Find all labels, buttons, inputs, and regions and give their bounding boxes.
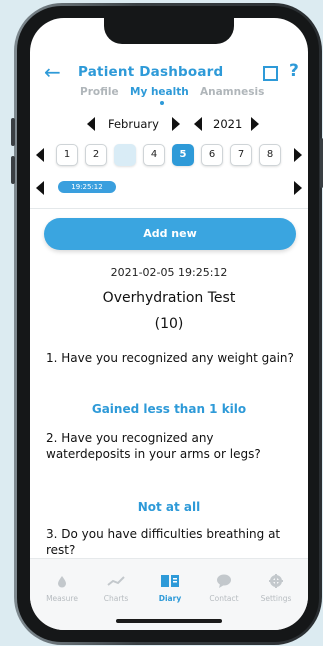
tab-bar: Profile My health Anamnesis xyxy=(30,86,308,108)
tab-anamnesis[interactable]: Anamnesis xyxy=(200,86,264,98)
nav-label: Contact xyxy=(209,594,239,603)
active-tab-indicator xyxy=(160,101,164,105)
nav-label: Settings xyxy=(260,594,292,603)
question-text: 1. Have you recognized any weight gain? xyxy=(46,351,294,365)
day-button-selected[interactable]: 5 xyxy=(172,144,194,166)
next-time-icon[interactable] xyxy=(294,181,302,195)
question-text: 3. Do you have difficulties breathing at… xyxy=(46,527,281,557)
nav-label: Charts xyxy=(103,594,129,603)
tab-profile[interactable]: Profile xyxy=(80,86,119,98)
next-year-icon[interactable] xyxy=(251,117,259,131)
prev-time-icon[interactable] xyxy=(36,181,44,195)
month-label: February xyxy=(108,117,159,131)
time-entry-pill[interactable]: 19:25:12 xyxy=(58,181,116,193)
nav-label: Measure xyxy=(46,594,78,603)
time-selector: 19:25:12 xyxy=(30,178,308,198)
prev-year-icon[interactable] xyxy=(194,117,202,131)
app-screen: ← Patient Dashboard ? Profile My health … xyxy=(30,18,308,630)
app-header: ← Patient Dashboard ? xyxy=(30,61,308,86)
add-new-button[interactable]: Add new xyxy=(44,218,296,250)
entry-datetime: 2021-02-05 19:25:12 xyxy=(110,266,228,279)
nav-settings[interactable]: Settings xyxy=(250,573,302,603)
day-button[interactable]: 1 xyxy=(56,144,78,166)
chart-icon xyxy=(107,576,125,586)
day-selector: 1 2 3 4 5 6 7 8 xyxy=(30,144,308,170)
page-title: Patient Dashboard xyxy=(78,64,224,80)
question-text: 2. Have you recognized any waterdeposits… xyxy=(46,431,261,461)
day-button[interactable]: 3 xyxy=(114,144,136,166)
test-score: (10) xyxy=(154,316,184,332)
chat-icon xyxy=(217,574,231,588)
drop-icon xyxy=(58,576,66,588)
gear-icon xyxy=(269,574,283,588)
nav-diary[interactable]: Diary xyxy=(144,573,196,603)
day-button[interactable]: 7 xyxy=(230,144,252,166)
day-button[interactable]: 6 xyxy=(201,144,223,166)
answer-text: Gained less than 1 kilo xyxy=(91,402,247,416)
test-title: Overhydration Test xyxy=(102,290,236,306)
nav-charts[interactable]: Charts xyxy=(90,573,142,603)
prev-days-icon[interactable] xyxy=(36,148,44,162)
nav-label: Diary xyxy=(158,594,182,603)
next-month-icon[interactable] xyxy=(172,117,180,131)
help-icon[interactable]: ? xyxy=(289,61,299,81)
next-days-icon[interactable] xyxy=(294,148,302,162)
tab-my-health[interactable]: My health xyxy=(130,86,189,98)
diary-icon xyxy=(161,575,179,587)
volume-up-button xyxy=(11,118,15,146)
month-year-selector: February 2021 xyxy=(30,114,308,136)
day-button[interactable]: 2 xyxy=(85,144,107,166)
divider xyxy=(30,208,308,209)
back-arrow-icon[interactable]: ← xyxy=(44,62,61,82)
year-label: 2021 xyxy=(213,117,243,131)
prev-month-icon[interactable] xyxy=(87,117,95,131)
home-indicator[interactable] xyxy=(116,619,222,623)
square-icon[interactable] xyxy=(263,66,278,81)
camera-notch xyxy=(104,18,234,44)
day-button[interactable]: 4 xyxy=(143,144,165,166)
day-button[interactable]: 8 xyxy=(259,144,281,166)
answer-text: Not at all xyxy=(137,500,201,514)
nav-measure[interactable]: Measure xyxy=(36,573,88,603)
volume-down-button xyxy=(11,156,15,184)
nav-contact[interactable]: Contact xyxy=(198,573,250,603)
